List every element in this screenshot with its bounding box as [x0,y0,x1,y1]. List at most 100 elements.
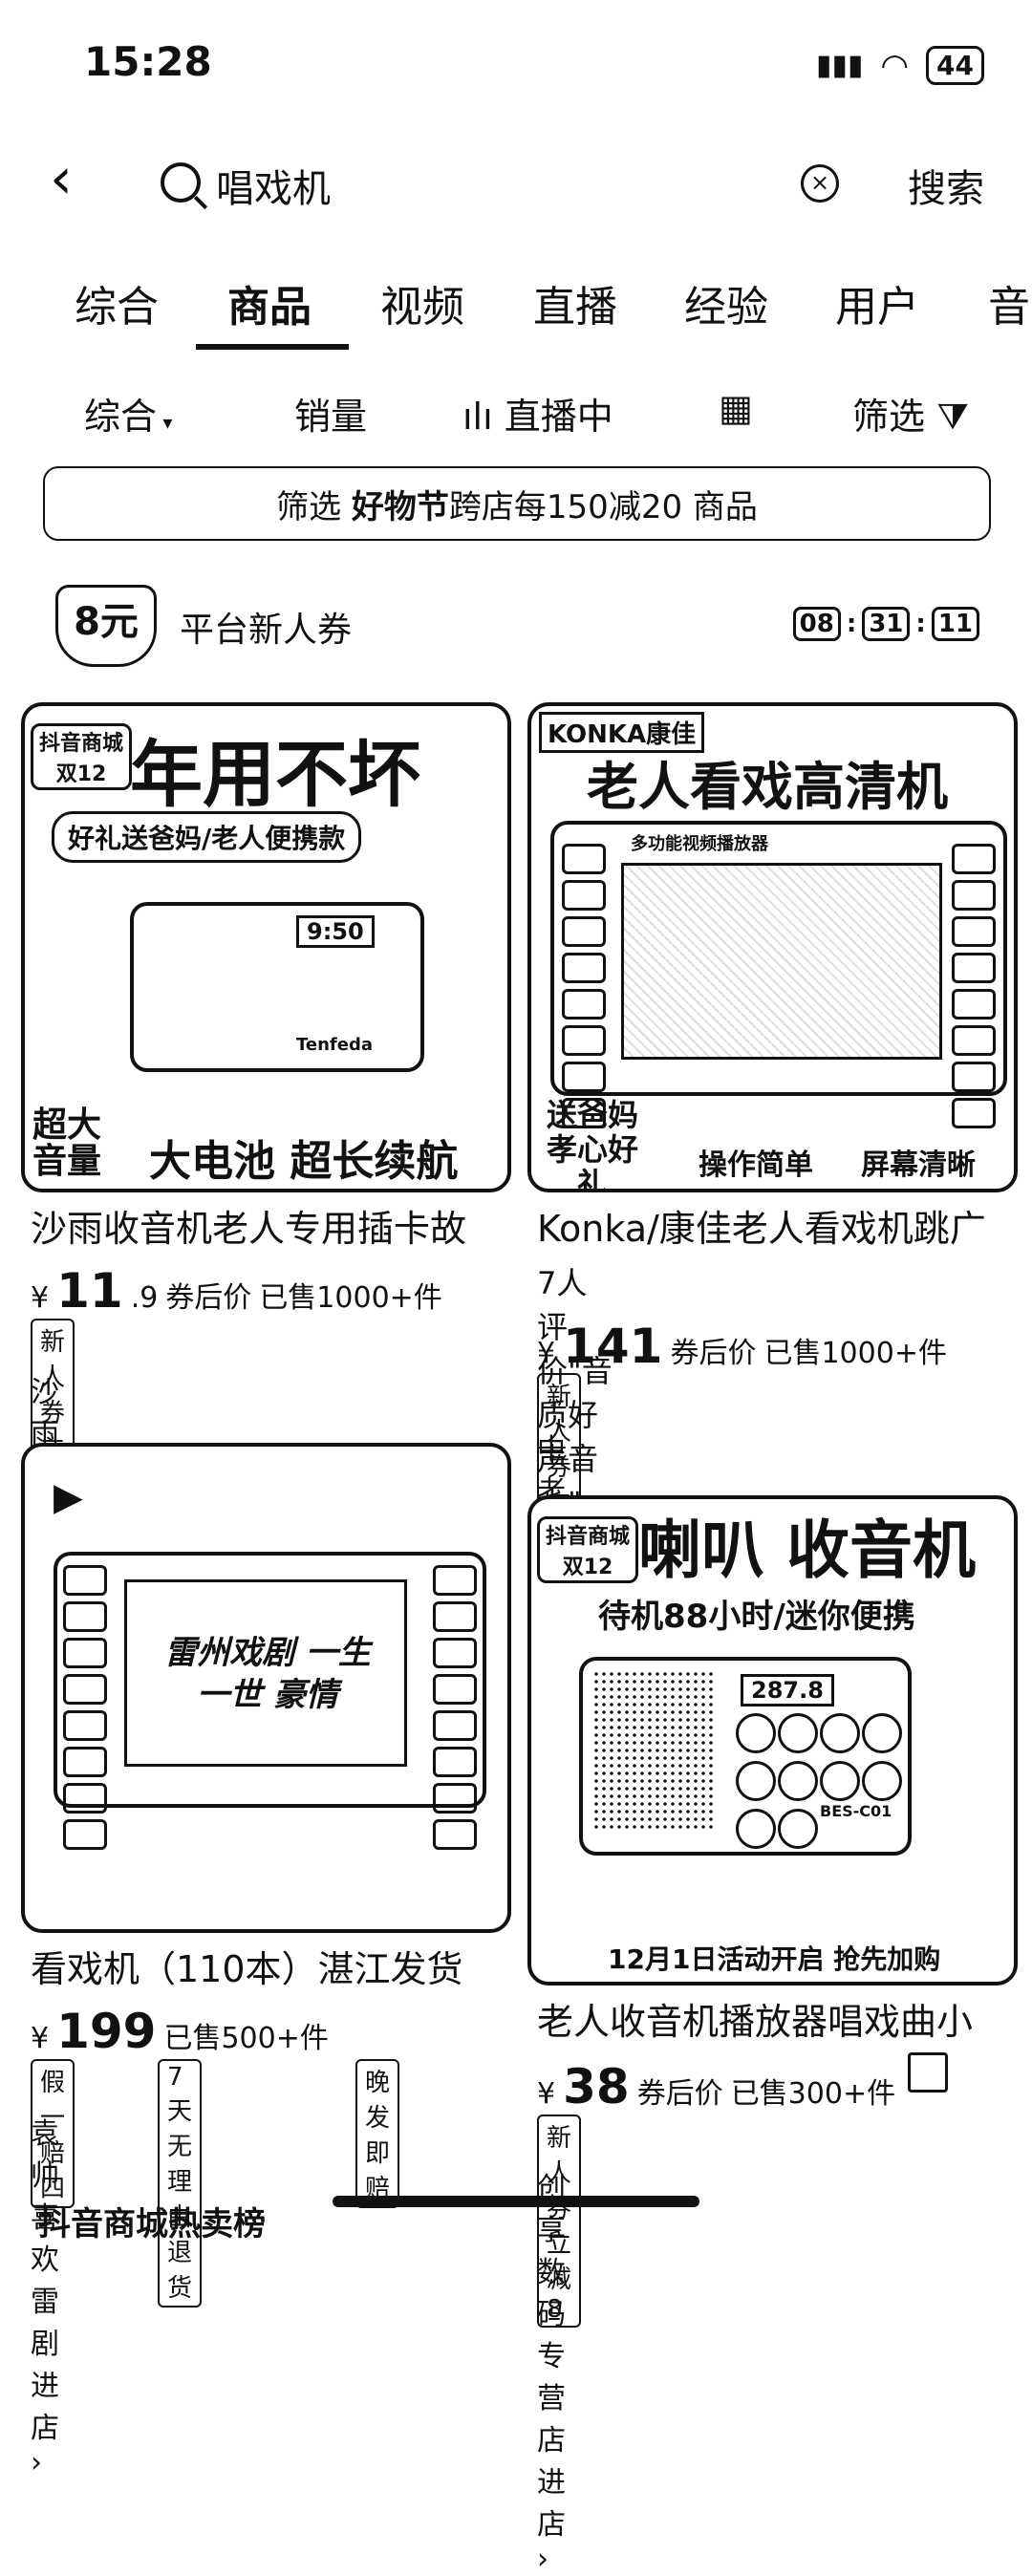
coupon-label[interactable]: 平台新人券 [180,602,352,652]
countdown-timer: 08: 31: 11 [792,607,979,641]
ranking-banner[interactable]: 抖音商城热卖榜 [38,2198,266,2244]
price-symbol: ¥ [537,2077,556,2111]
tab-experience[interactable]: 经验 [684,272,768,333]
countdown-hours: 08 [792,607,841,641]
tv-device: 多功能视频播放器 [550,821,1007,1128]
radio-device: 287.8 BES-C01 [579,1657,912,1856]
price-decimal: .9 [130,1281,159,1315]
chevron-right-icon: › [537,2543,548,2576]
clear-search-icon[interactable]: × [801,164,839,203]
image-headline: 喇叭 收音机 [638,1513,976,1587]
screen-caption: 雷州戏剧 一生一世 豪情 [164,1634,371,1714]
sort-sales[interactable]: 销量 [294,387,367,440]
enter-shop-label: 进店 [537,2466,566,2542]
filter-button[interactable]: 筛选 ⧩ [852,387,969,440]
price-symbol: ¥ [31,1281,50,1315]
feedback-icon[interactable] [908,2052,948,2093]
product-image[interactable]: KONKA康佳 老人看戏高清机 多功能视频播放器 送爸妈孝心好礼 操作简单 屏幕… [527,702,1018,1192]
price-note: 券后价 [636,2077,723,2111]
price-value: 11 [56,1263,123,1319]
price-value: 199 [56,2004,157,2059]
product-title[interactable]: 沙雨收音机老人专用插卡故 [31,1199,499,1252]
price-symbol: ¥ [31,2022,50,2055]
tab-overall[interactable]: 综合 [75,272,159,333]
product-title[interactable]: 看戏机（110本）湛江发货 [31,1940,499,1992]
enter-shop-label: 进店 [31,2370,59,2445]
product-title[interactable]: Konka/康佳老人看戏机跳广 [537,1199,1010,1252]
sold-count: 已售1000+件 [763,1337,947,1370]
sort-dropdown[interactable]: 综合 ▾ [84,387,172,440]
shop-name: 创享数码专营店 [537,2172,566,2458]
coupon-badge: 8元 [55,585,157,667]
search-icon [161,162,201,203]
tab-videos[interactable]: 视频 [380,272,464,333]
side-buttons-right [952,844,996,1128]
tv-device: 雷州戏剧 一生一世 豪情 [54,1552,486,1850]
tab-products[interactable]: 商品 [227,272,312,333]
image-subtitle: 待机88小时/迷你便携 [598,1598,915,1636]
live-label: 直播中 [504,396,613,438]
product-price: ¥38 券后价 已售300+件 [537,2059,895,2114]
sort-label: 综合 [84,396,158,438]
side-buttons-left [63,1565,107,1850]
side-buttons-right [433,1565,477,1850]
sold-count: 已售300+件 [730,2077,896,2111]
shop-link[interactable]: 袁帅喜欢雷剧 进店 › [31,2110,59,2479]
image-label-easy: 操作简单 [699,1148,813,1182]
product-price: ¥11.9 券后价 已售1000+件 [31,1263,442,1319]
shop-link[interactable]: 创享数码专营店 进店 › [537,2164,566,2576]
image-label-clear: 屏幕清晰 [861,1148,976,1182]
image-bottom-banner: 12月1日活动开启 抢先加购 [608,1943,941,1975]
product-image[interactable]: ▶ 雷州戏剧 一生一世 豪情 [21,1443,511,1933]
radio-brand: Tenfeda [296,1035,373,1055]
home-indicator[interactable] [333,2196,699,2207]
search-input[interactable]: 唱戏机 [216,158,331,213]
radio-device: 9:50 Tenfeda [130,902,424,1072]
speaker-grille [592,1670,717,1833]
product-image[interactable]: 抖音商城 双12 喇叭 收音机 待机88小时/迷你便携 287.8 BES-C0… [527,1495,1018,1986]
status-time: 15:28 [84,38,212,85]
price-value: 38 [563,2059,630,2114]
mall-badge: 抖音商城 双12 [537,1516,638,1583]
battery-icon: 44 [926,46,984,85]
side-buttons-left [562,844,606,1128]
wifi-icon: ◠ [880,46,910,85]
image-label-battery: 大电池 超长续航 [149,1137,459,1186]
tab-music[interactable]: 音 [988,272,1030,333]
radio-display: 287.8 [741,1674,834,1707]
promo-banner[interactable]: 筛选 好物节 跨店每150减20 商品 [43,466,991,541]
product-price: ¥199 已售500+件 [31,2004,329,2059]
filter-live[interactable]: ılı 直播中 [462,387,613,440]
grid-view-icon[interactable]: ▦ [719,387,753,429]
screen-caption: 多功能视频播放器 [631,834,768,854]
play-icon: ▶ [54,1475,83,1519]
promo-event: 好物节 [351,487,449,526]
video-screen [621,863,942,1060]
price-note: 券后价 [165,1281,252,1315]
back-button[interactable]: ‹ [50,150,73,207]
tab-users[interactable]: 用户 [835,272,919,333]
radio-display: 9:50 [296,915,375,948]
image-subtitle: 好礼送爸妈/老人便携款 [52,811,362,863]
live-bars-icon: ılı [462,396,493,438]
image-headline: 老人看戏高清机 [587,757,948,817]
signal-icon: ▮▮▮ [815,49,864,82]
price-note: 券后价 [670,1337,757,1370]
mall-badge: 抖音商城 双12 [31,723,132,790]
countdown-seconds: 11 [931,607,979,641]
image-label-volume: 超大音量 [32,1106,101,1181]
price-symbol: ¥ [537,1337,556,1370]
product-title[interactable]: 老人收音机播放器唱戏曲小 [537,1992,1010,2045]
promo-text: 跨店每150减20 商品 [448,487,758,526]
filter-label: 筛选 [852,396,926,438]
product-price: ¥141 券后价 已售1000+件 [537,1319,947,1374]
search-button[interactable]: 搜索 [908,158,984,213]
status-icons: ▮▮▮ ◠ 44 [816,46,984,85]
sold-count: 已售500+件 [163,2022,329,2055]
sold-count: 已售1000+件 [259,1281,442,1315]
product-image[interactable]: 抖音商城 双12 年用不坏 好礼送爸妈/老人便携款 9:50 Tenfeda 超… [21,702,511,1192]
price-value: 141 [563,1319,663,1374]
tab-live[interactable]: 直播 [533,272,617,333]
image-headline: 年用不坏 [130,732,420,817]
countdown-minutes: 31 [862,607,911,641]
